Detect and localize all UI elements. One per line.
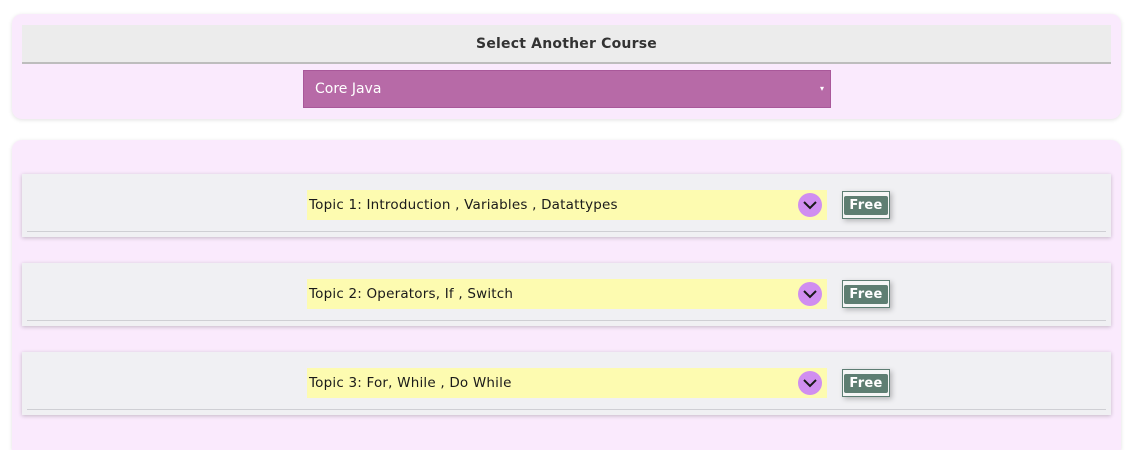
course-selector-heading: Select Another Course <box>476 35 657 52</box>
course-select-dropdown[interactable]: Core Java ▾ <box>303 70 831 108</box>
topics-panel: Topic 1: Introduction , Variables , Data… <box>12 140 1121 450</box>
topic-row: Topic 3: For, While , Do While Free <box>22 352 1111 415</box>
topic-row: Topic 2: Operators, If , Switch Free <box>22 263 1111 326</box>
topic-title: Topic 2: Operators, If , Switch <box>309 286 514 302</box>
course-selector-header: Select Another Course <box>22 25 1111 64</box>
free-badge: Free <box>844 195 888 215</box>
topic-row: Topic 1: Introduction , Variables , Data… <box>22 174 1111 237</box>
chevron-down-icon[interactable] <box>798 371 822 395</box>
topic-title: Topic 1: Introduction , Variables , Data… <box>309 197 618 213</box>
topic-accordion-header[interactable]: Topic 1: Introduction , Variables , Data… <box>307 190 827 220</box>
free-badge: Free <box>844 284 888 304</box>
course-selector-panel: Select Another Course Core Java ▾ <box>12 14 1121 119</box>
caret-down-icon: ▾ <box>819 84 824 93</box>
chevron-down-icon[interactable] <box>798 282 822 306</box>
topic-accordion-header[interactable]: Topic 3: For, While , Do While <box>307 368 827 398</box>
chevron-down-icon[interactable] <box>798 193 822 217</box>
row-divider <box>27 409 1106 410</box>
free-badge-button[interactable]: Free <box>842 369 890 397</box>
free-badge: Free <box>844 373 888 393</box>
free-badge-button[interactable]: Free <box>842 191 890 219</box>
row-divider <box>27 320 1106 321</box>
row-divider <box>27 231 1106 232</box>
topic-title: Topic 3: For, While , Do While <box>309 375 512 391</box>
free-badge-button[interactable]: Free <box>842 280 890 308</box>
topic-accordion-header[interactable]: Topic 2: Operators, If , Switch <box>307 279 827 309</box>
selected-course-value: Core Java <box>315 81 382 97</box>
